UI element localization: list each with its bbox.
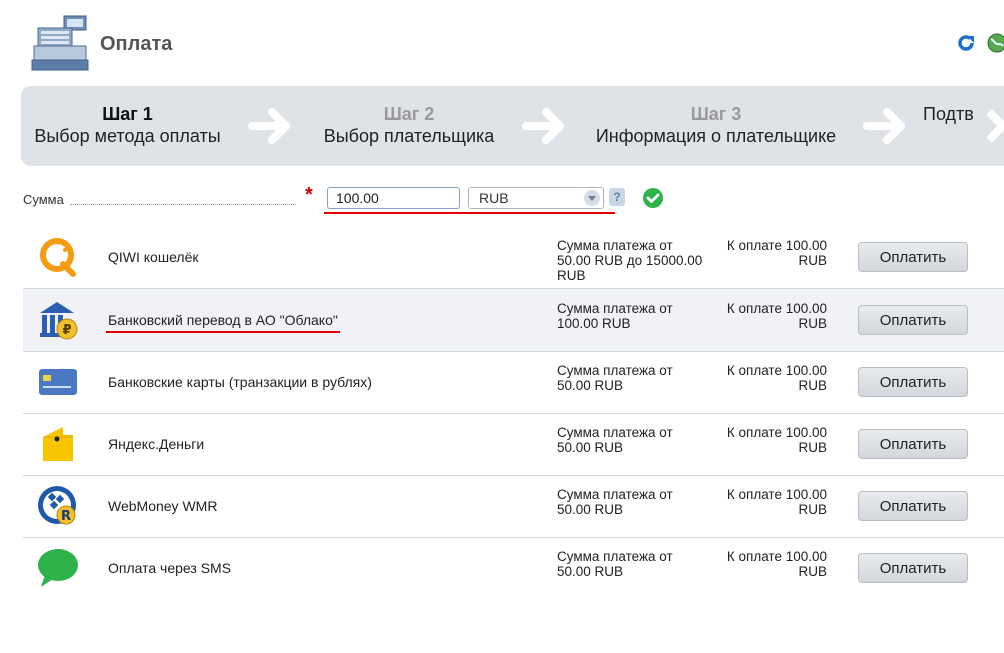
chevron-down-icon — [584, 190, 600, 206]
pay-button[interactable]: Оплатить — [858, 367, 968, 397]
payment-method-row: Оплата через SMS Сумма платежа от 50.00 … — [23, 537, 1004, 599]
step-title: Выбор метода оплаты — [34, 126, 221, 146]
sms-icon — [38, 549, 78, 587]
svg-text:₽: ₽ — [62, 323, 71, 338]
amount-range: Сумма платежа от 50.00 RUB до 15000.00 R… — [557, 238, 703, 283]
amount-to-pay: К оплате 100.00 RUB — [726, 301, 827, 331]
method-name: Банковские карты (транзакции в рублях) — [108, 374, 372, 390]
label-leader-dots — [70, 204, 296, 205]
step-title: Информация о плательщике — [595, 126, 837, 146]
step-1: Шаг 1 Выбор метода оплаты — [21, 103, 234, 147]
step-number: Шаг 1 — [102, 104, 153, 124]
payment-method-row: Банковские карты (транзакции в рублях) С… — [23, 351, 1004, 414]
amount-to-pay: К оплате 100.00 RUB — [726, 238, 827, 268]
annotation-underline — [324, 212, 615, 214]
arrow-right-icon — [863, 108, 905, 144]
amount-to-pay: К оплате 100.00 RUB — [726, 487, 827, 517]
payment-method-row: R WebMoney WMR Сумма платежа от 50.00 RU… — [23, 475, 1004, 538]
payment-method-row: Яндекс.Деньги Сумма платежа от 50.00 RUB… — [23, 413, 1004, 476]
step-number: Шаг 3 — [690, 104, 742, 124]
check-circle-icon — [643, 188, 663, 208]
amount-to-pay: К оплате 100.00 RUB — [726, 363, 827, 393]
amount-to-pay: К оплате 100.00 RUB — [726, 425, 827, 455]
bank-icon: ₽ — [40, 302, 78, 340]
amount-range: Сумма платежа от 100.00 RUB — [557, 301, 673, 331]
help-icon[interactable]: ? — [609, 188, 625, 206]
step-3: Шаг 3 Информация о плательщике — [586, 103, 846, 147]
bank-card-icon — [39, 369, 77, 395]
steps-bar: Шаг 1 Выбор метода оплаты Шаг 2 Выбор пл… — [21, 86, 1004, 166]
required-mark: * — [305, 184, 313, 206]
arrow-right-icon — [248, 108, 290, 144]
method-name: QIWI кошелёк — [108, 249, 199, 265]
amount-range: Сумма платежа от 50.00 RUB — [557, 549, 673, 579]
step-number: Шаг 2 — [383, 104, 435, 124]
yandex-money-icon — [43, 427, 73, 461]
payment-method-row: QIWI кошелёк Сумма платежа от 50.00 RUB … — [23, 226, 1004, 289]
pay-button[interactable]: Оплатить — [858, 242, 968, 272]
arrow-right-icon — [987, 109, 1004, 143]
payment-method-row: ₽ Банковский перевод в АО "Облако" Сумма… — [23, 289, 1004, 352]
page-title: Оплата — [100, 33, 173, 55]
arrow-right-icon — [522, 108, 564, 144]
pay-button[interactable]: Оплатить — [858, 491, 968, 521]
qiwi-icon — [40, 238, 76, 277]
svg-text:R: R — [61, 509, 71, 524]
globe-icon[interactable] — [987, 33, 1004, 53]
refresh-icon[interactable] — [956, 33, 976, 53]
method-name: Банковский перевод в АО "Облако" — [108, 312, 338, 328]
amount-label: Сумма — [23, 192, 64, 207]
amount-range: Сумма платежа от 50.00 RUB — [557, 363, 673, 393]
pay-button[interactable]: Оплатить — [858, 429, 968, 459]
annotation-underline — [106, 331, 340, 333]
amount-input[interactable] — [327, 187, 460, 209]
pay-button[interactable]: Оплатить — [858, 553, 968, 583]
method-name: WebMoney WMR — [108, 498, 218, 514]
amount-range: Сумма платежа от 50.00 RUB — [557, 487, 673, 517]
amount-to-pay: К оплате 100.00 RUB — [726, 549, 827, 579]
step-title: Выбор плательщика — [323, 126, 495, 146]
pay-button[interactable]: Оплатить — [858, 305, 968, 335]
cash-register-icon — [31, 15, 89, 71]
method-name: Яндекс.Деньги — [108, 436, 205, 452]
webmoney-icon: R — [38, 486, 76, 525]
amount-range: Сумма платежа от 50.00 RUB — [557, 425, 673, 455]
currency-selected-value: RUB — [479, 190, 509, 206]
method-name: Оплата через SMS — [108, 560, 232, 576]
step-2: Шаг 2 Выбор плательщика — [308, 103, 510, 147]
currency-select[interactable]: RUB — [468, 187, 604, 209]
